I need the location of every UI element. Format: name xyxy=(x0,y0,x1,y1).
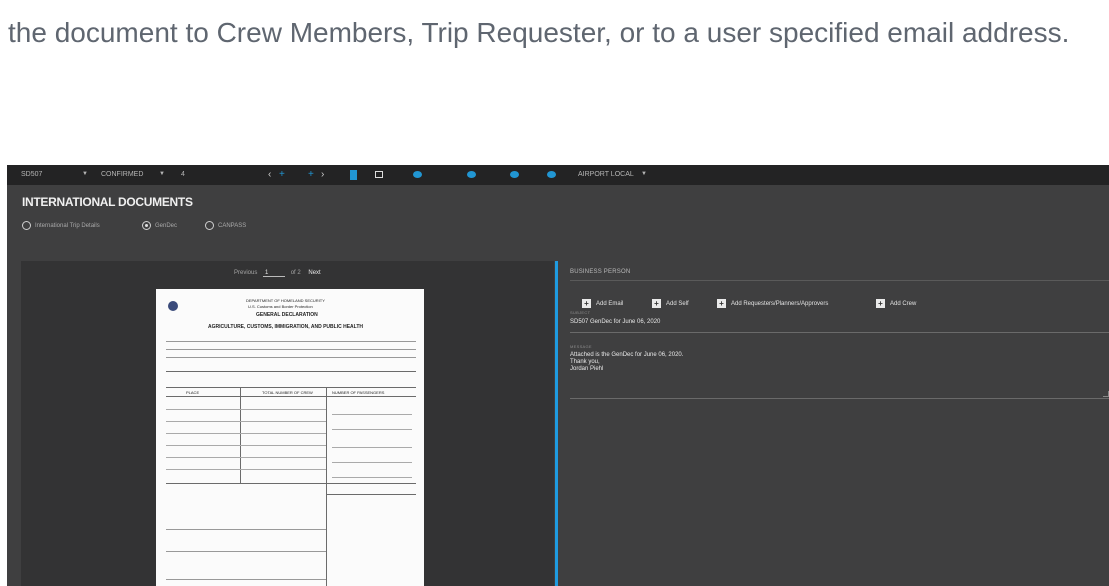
radio-gendec[interactable]: GenDec xyxy=(142,221,177,230)
next-arrow-icon[interactable]: › xyxy=(321,169,324,180)
time-mode-select[interactable]: AIRPORT LOCAL xyxy=(578,171,634,178)
radio-icon xyxy=(205,221,214,230)
grid-icon[interactable] xyxy=(375,171,383,178)
doc-col-place: PLACE xyxy=(186,390,200,395)
panel-divider[interactable] xyxy=(555,261,558,586)
eye-icon[interactable] xyxy=(547,171,556,178)
app-screenshot: SD507 ▼ CONFIRMED ▼ 4 ‹ + + › AIRPORT LO… xyxy=(7,165,1109,586)
intro-paragraph: the document to Crew Members, Trip Reque… xyxy=(8,17,1070,48)
status-select[interactable]: CONFIRMED xyxy=(101,171,143,178)
doc-agency-1: DEPARTMENT OF HOMELAND SECURITY xyxy=(246,298,325,303)
resize-grip-icon[interactable] xyxy=(1103,391,1109,397)
previous-page-link[interactable]: Previous xyxy=(234,270,257,276)
radio-icon xyxy=(22,221,31,230)
chevron-down-icon[interactable]: ▼ xyxy=(82,171,88,177)
plus-icon: + xyxy=(582,299,591,308)
subject-field[interactable]: SD507 GenDec for June 06, 2020 xyxy=(570,319,660,325)
radio-international-trip-details[interactable]: International Trip Details xyxy=(22,221,100,230)
chevron-down-icon[interactable]: ▼ xyxy=(159,171,165,177)
tail-number-select[interactable]: SD507 xyxy=(21,171,42,178)
chevron-down-icon[interactable]: ▼ xyxy=(641,171,647,177)
radio-canpass[interactable]: CANPASS xyxy=(205,221,246,230)
message-underline xyxy=(570,398,1109,399)
eye-icon[interactable] xyxy=(467,171,476,178)
email-panel: BUSINESS PERSON + Add Email + Add Self + Ad… xyxy=(570,261,1109,586)
add-icon[interactable]: + xyxy=(308,169,314,180)
radio-selected-icon xyxy=(142,221,151,230)
doc-col-passengers: NUMBER OF PASSENGERS xyxy=(332,390,385,395)
top-toolbar: SD507 ▼ CONFIRMED ▼ 4 ‹ + + › AIRPORT LO… xyxy=(7,165,1109,185)
recipient-divider xyxy=(570,280,1109,281)
subject-underline xyxy=(570,332,1109,333)
next-page-link[interactable]: Next xyxy=(308,270,320,276)
page-total: of 2 xyxy=(290,270,301,276)
add-self-button[interactable]: + Add Self xyxy=(652,299,689,308)
prev-arrow-icon[interactable]: ‹ xyxy=(268,169,271,180)
dhs-seal-icon xyxy=(168,301,178,311)
subject-label: SUBJECT xyxy=(570,310,591,315)
doc-subtitle: AGRICULTURE, CUSTOMS, IMMIGRATION, AND P… xyxy=(208,324,363,330)
add-icon[interactable]: + xyxy=(279,169,285,180)
gendec-document: DEPARTMENT OF HOMELAND SECURITY U.S. Cus… xyxy=(156,289,424,586)
eye-icon[interactable] xyxy=(510,171,519,178)
page-number-input[interactable]: 1 xyxy=(263,270,286,277)
page-title: INTERNATIONAL DOCUMENTS xyxy=(22,195,193,209)
add-crew-button[interactable]: + Add Crew xyxy=(876,299,916,308)
bookmark-icon[interactable] xyxy=(350,170,357,180)
plus-icon: + xyxy=(876,299,885,308)
recipient-section-label: BUSINESS PERSON xyxy=(570,269,631,275)
add-email-button[interactable]: + Add Email xyxy=(582,299,623,308)
doc-agency-2: U.S. Customs and Border Protection xyxy=(248,304,313,309)
add-requesters-button[interactable]: + Add Requesters/Planners/Approvers xyxy=(717,299,828,308)
plus-icon: + xyxy=(717,299,726,308)
document-preview-panel: Previous 1 of 2 Next DEPARTMENT OF HOMEL… xyxy=(21,261,554,586)
eye-icon[interactable] xyxy=(413,171,422,178)
message-label: MESSAGE xyxy=(570,344,592,349)
plus-icon: + xyxy=(652,299,661,308)
message-field[interactable]: Attached is the GenDec for June 06, 2020… xyxy=(570,352,683,373)
doc-col-total: TOTAL NUMBER OF CREW xyxy=(262,390,313,395)
pager: Previous 1 of 2 Next xyxy=(234,270,321,277)
doc-title: GENERAL DECLARATION xyxy=(256,312,318,318)
status-extra: 4 xyxy=(181,171,185,178)
